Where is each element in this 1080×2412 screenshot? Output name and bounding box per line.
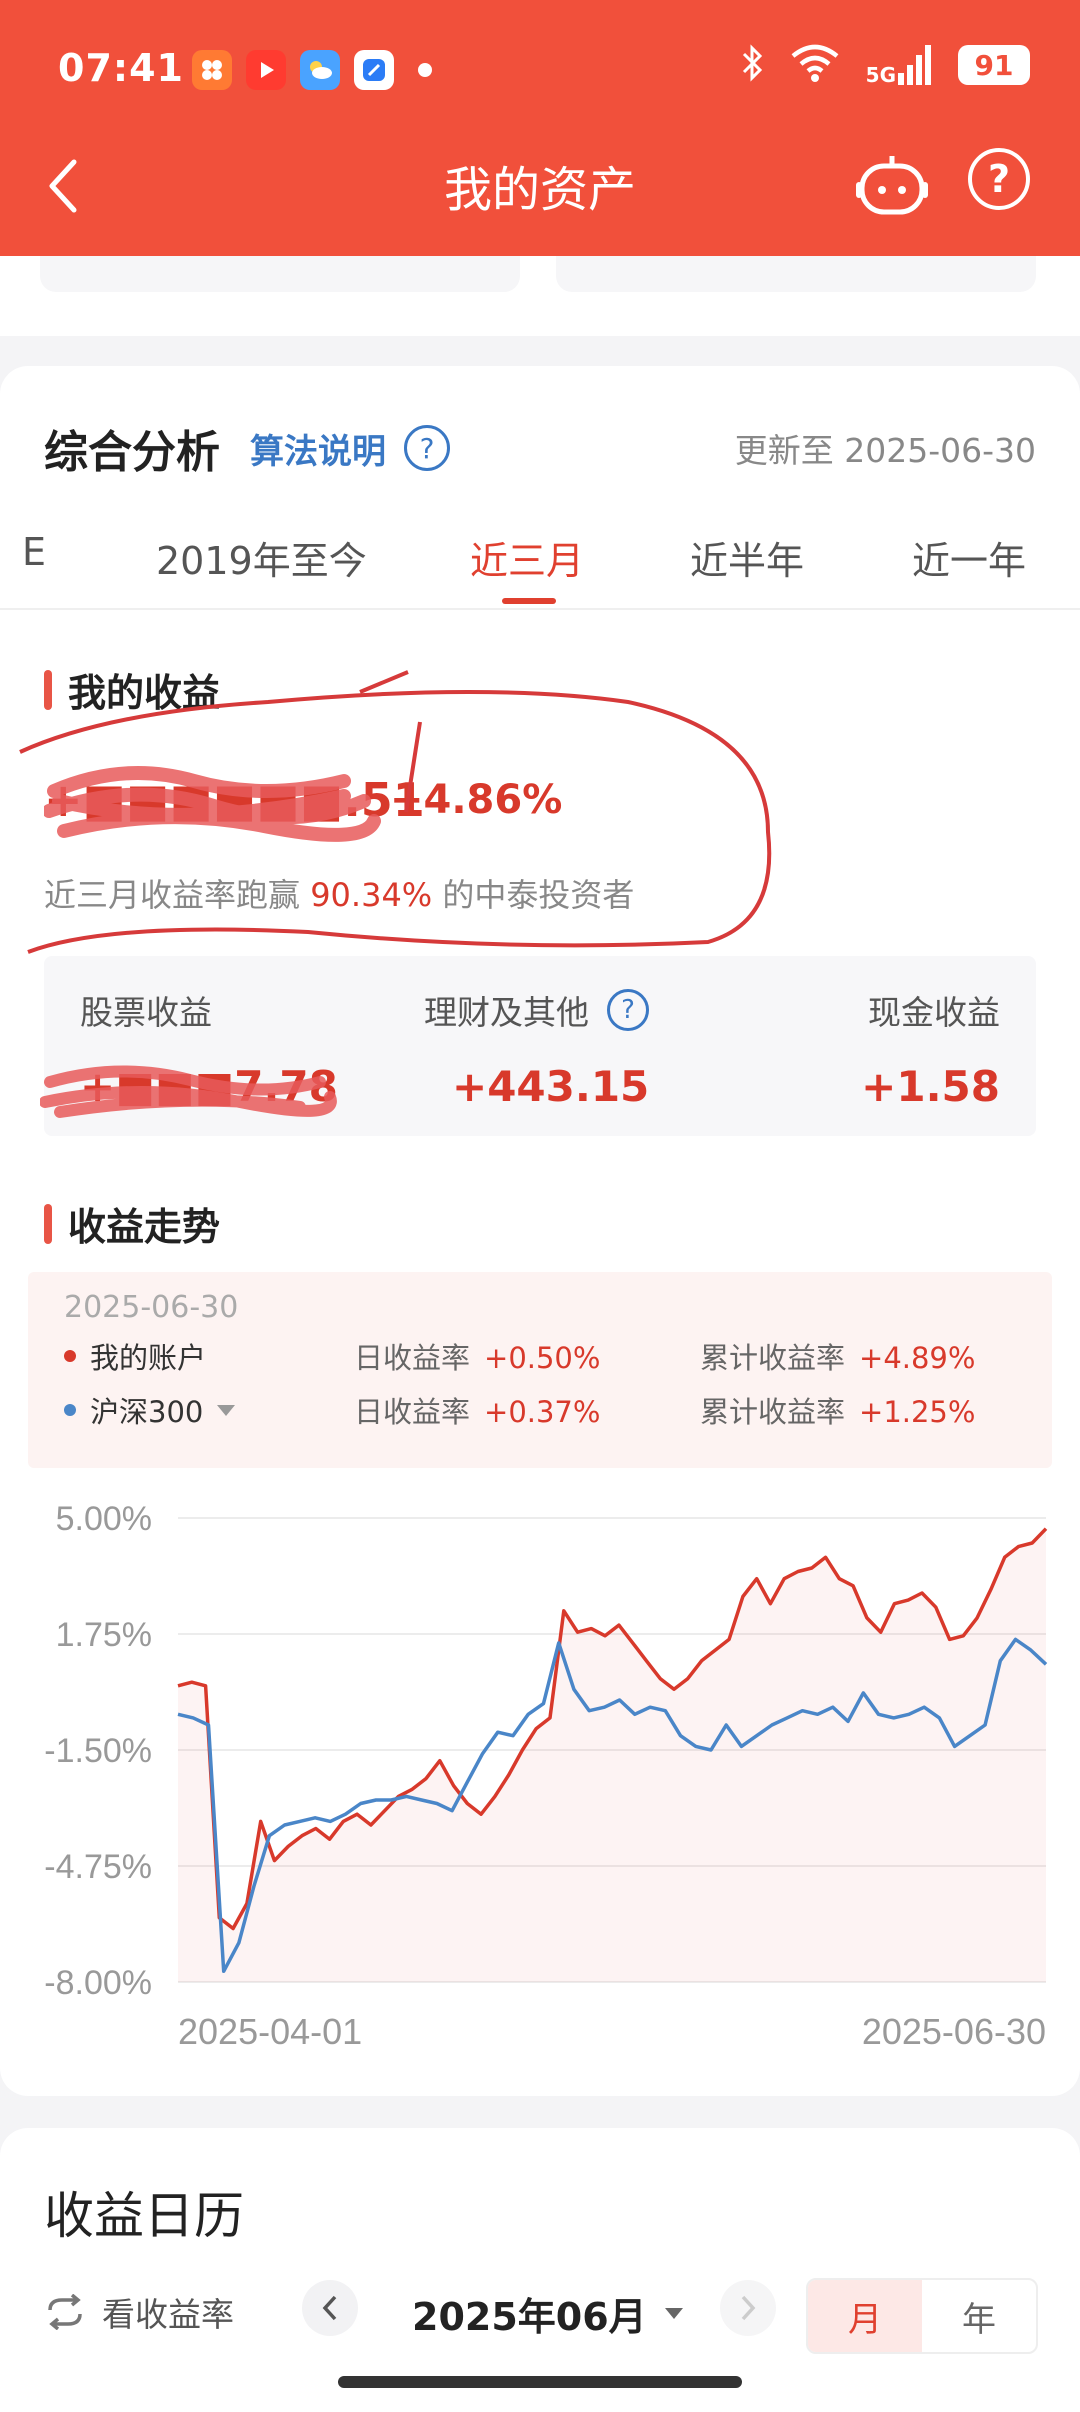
notification-icons — [192, 50, 432, 90]
tab-one-year[interactable]: 近一年 — [912, 530, 1026, 585]
swap-icon — [48, 2294, 82, 2330]
earnings-breakdown: 股票收益 +■■■7.78 理财及其他 ? +443.15 现金收益 +1.58 — [40, 956, 1036, 1136]
y-tick-label: -8.00% — [44, 1964, 152, 2002]
network-type: 5G — [865, 63, 896, 87]
cum-value: +4.89% — [859, 1341, 976, 1375]
stock-earnings-value: +■■■7.78 — [40, 1062, 338, 1118]
period-segmented-control: 月 年 — [806, 2278, 1038, 2354]
tab-three-months[interactable]: 近三月 — [470, 530, 584, 585]
nav-bar: 我的资产 ? — [0, 136, 1080, 256]
legend-account-name: 我的账户 — [64, 1335, 294, 1377]
month-selector[interactable]: 2025年06月 — [412, 2286, 683, 2341]
index-selector[interactable]: 沪深300 — [64, 1389, 294, 1431]
next-month-button[interactable] — [720, 2280, 776, 2336]
home-indicator[interactable] — [338, 2376, 742, 2388]
legend-dot-red — [64, 1350, 76, 1362]
legend-index-daily: 日收益率 +0.37% — [354, 1389, 600, 1431]
cum-value: +1.25% — [859, 1395, 976, 1429]
tab-since-2019[interactable]: 2019年至今 — [156, 530, 367, 585]
bluetooth-icon — [740, 44, 764, 86]
cash-earnings-value: +1.58 — [861, 1062, 1000, 1111]
wealth-earnings-label: 理财及其他 ? — [424, 986, 649, 1034]
cash-earnings-label: 现金收益 — [868, 993, 1000, 1032]
chevron-left-icon — [322, 2295, 337, 2321]
legend-dot-blue — [64, 1404, 76, 1416]
earnings-calendar-card: 收益日历 看收益率 2025年06月 月 年 — [0, 2128, 1080, 2412]
prev-month-button[interactable] — [302, 2280, 358, 2336]
analysis-title: 综合分析 — [44, 427, 220, 478]
earnings-trend-chart[interactable]: 5.00% 1.75% -1.50% -4.75% -8.00% 2025-04-01 20… — [0, 1482, 1080, 2062]
wealth-help-icon[interactable]: ? — [607, 989, 649, 1031]
calendar-title: 收益日历 — [44, 2187, 244, 2245]
legend-account-daily: 日收益率 +0.50% — [354, 1335, 600, 1377]
legend-index-cum: 累计收益率 +1.25% — [700, 1389, 975, 1431]
trend-title: 收益走势 — [44, 1196, 220, 1251]
algorithm-link[interactable]: 算法说明 — [250, 424, 386, 473]
legend-index-label: 沪深300 — [90, 1395, 204, 1429]
app-notification-icon — [192, 50, 232, 90]
legend-row-index: 沪深300 日收益率 +0.37% 累计收益率 +1.25% — [64, 1388, 1044, 1432]
cellular-signal-icon: 5G — [866, 45, 932, 85]
cum-label: 累计收益率 — [700, 1395, 846, 1429]
browser-app-icon — [354, 50, 394, 90]
cum-label: 累计收益率 — [700, 1341, 846, 1375]
stock-earnings: 股票收益 +■■■7.78 — [40, 986, 338, 1118]
period-tabs: E 2019年至今 近三月 近半年 近一年 — [0, 516, 1080, 610]
wifi-icon — [790, 44, 840, 86]
wealth-earnings: 理财及其他 ? +443.15 — [424, 986, 649, 1111]
battery-indicator: 91 — [958, 45, 1030, 85]
stock-earnings-label: 股票收益 — [80, 993, 212, 1032]
cash-earnings: 现金收益 +1.58 — [861, 986, 1000, 1111]
daily-value: +0.50% — [484, 1341, 601, 1375]
tab-partial[interactable]: E — [22, 530, 46, 574]
y-tick-label: 5.00% — [56, 1500, 152, 1538]
legend-date: 2025-06-30 — [64, 1290, 239, 1325]
legend-account-cum: 累计收益率 +4.89% — [700, 1335, 975, 1377]
update-date: 更新至 2025-06-30 — [734, 431, 1036, 470]
segment-month[interactable]: 月 — [808, 2280, 922, 2352]
app-header: 07:41 5G 91 我的资产 ? — [0, 0, 1080, 256]
toggle-rate-button[interactable]: 看收益率 — [44, 2288, 234, 2336]
algorithm-help-icon[interactable]: ? — [404, 425, 450, 471]
wealth-earnings-value: +443.15 — [452, 1062, 650, 1111]
daily-label: 日收益率 — [354, 1341, 471, 1375]
daily-label: 日收益率 — [354, 1395, 471, 1429]
question-icon: ? — [987, 157, 1011, 201]
x-tick-label: 2025-04-01 — [178, 2011, 362, 2052]
weather-app-icon — [300, 50, 340, 90]
status-right: 5G 91 — [740, 44, 1030, 86]
dropdown-triangle-icon — [217, 1404, 236, 1416]
hand-drawn-circle-annotation — [19, 670, 772, 954]
analysis-header: 综合分析 算法说明 ? 更新至 2025-06-30 — [44, 408, 1036, 488]
tab-half-year[interactable]: 近半年 — [690, 530, 804, 585]
legend-account-label: 我的账户 — [90, 1341, 207, 1375]
chevron-right-icon — [741, 2295, 756, 2321]
robot-icon — [856, 156, 928, 215]
more-notifications-dot — [418, 63, 432, 77]
y-tick-label: 1.75% — [56, 1616, 152, 1654]
legend-row-account: 我的账户 日收益率 +0.50% 累计收益率 +4.89% — [64, 1334, 1044, 1378]
help-button[interactable]: ? — [968, 148, 1030, 210]
daily-value: +0.37% — [484, 1395, 601, 1429]
wealth-earnings-label-text: 理财及其他 — [424, 993, 589, 1032]
active-tab-indicator — [502, 598, 556, 604]
assistant-robot-button[interactable] — [854, 148, 930, 224]
partial-card-right — [556, 256, 1036, 292]
partial-card-left — [40, 256, 520, 292]
chevron-down-icon — [664, 2308, 683, 2319]
redaction-scribble — [40, 1065, 337, 1118]
scrolled-cards-strip — [0, 256, 1080, 336]
status-time: 07:41 — [58, 46, 184, 90]
status-bar: 07:41 5G 91 — [0, 0, 1080, 140]
y-tick-label: -4.75% — [44, 1848, 152, 1886]
segment-year[interactable]: 年 — [922, 2280, 1036, 2352]
y-tick-label: -1.50% — [44, 1732, 152, 1770]
calendar-controls: 看收益率 2025年06月 月 年 — [0, 2270, 1080, 2360]
x-tick-label: 2025-06-30 — [862, 2011, 1046, 2052]
toggle-rate-label: 看收益率 — [102, 2295, 234, 2334]
video-app-icon — [246, 50, 286, 90]
trend-legend: 2025-06-30 我的账户 日收益率 +0.50% 累计收益率 +4.89% 沪… — [28, 1272, 1052, 1468]
month-label: 2025年06月 — [412, 2295, 647, 2339]
analysis-card: 综合分析 算法说明 ? 更新至 2025-06-30 E 2019年至今 近三月… — [0, 366, 1080, 2096]
